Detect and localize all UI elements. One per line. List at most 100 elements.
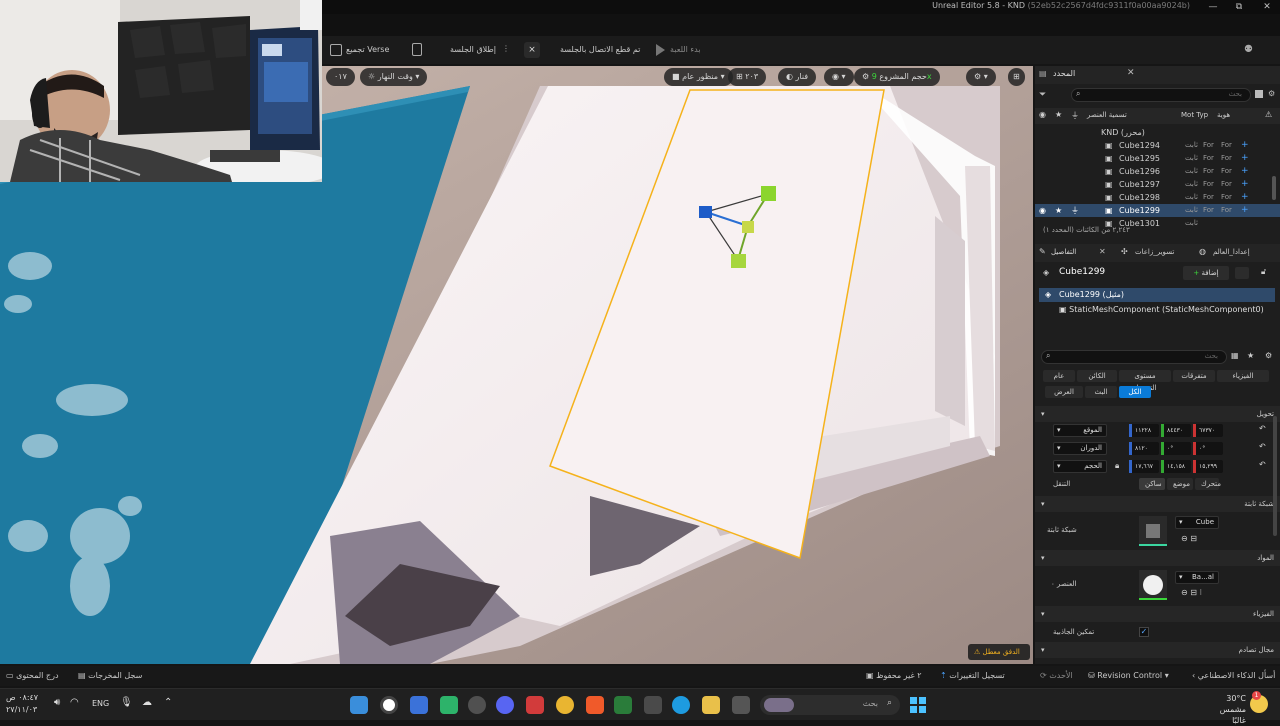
location-z[interactable]: ١١٢٢٨: [1129, 424, 1159, 437]
tab-tools[interactable]: تسوير_زاعات: [1135, 248, 1174, 256]
streaming-warning[interactable]: ⚠ الدفق معطل: [968, 644, 1030, 660]
folder-app-icon[interactable]: [702, 696, 720, 714]
launch-session-button[interactable]: إطلاق الجلسة: [450, 44, 496, 56]
outliner-search-input[interactable]: ⌕ بحث: [1071, 88, 1251, 102]
table-view-icon[interactable]: ▦: [1231, 351, 1239, 360]
add-icon[interactable]: +: [1241, 152, 1249, 165]
taskbar-search[interactable]: بحث ⌕: [760, 695, 900, 715]
outliner-row[interactable]: ▣ Cube1295 ثابت For For +: [1035, 152, 1280, 165]
language-indicator[interactable]: ENG: [92, 699, 109, 708]
clock[interactable]: ٠٨:٤٧ ص ٢٧/١١/٠٣: [6, 692, 38, 716]
disconnect-icon[interactable]: ⨯: [524, 42, 540, 58]
games-app-icon[interactable]: [440, 696, 458, 714]
window-app-icon[interactable]: [732, 696, 750, 714]
tab-world-settings[interactable]: إعدادا_العالم: [1213, 248, 1250, 256]
star-icon[interactable]: ★: [1055, 204, 1062, 217]
location-y[interactable]: ٨٤٤٣٠: [1161, 424, 1191, 437]
viewport-settings-button[interactable]: ⚙ ▾: [966, 68, 996, 86]
mic-icon[interactable]: 🎙︎: [120, 697, 133, 708]
close-details-icon[interactable]: ✕: [1099, 247, 1106, 256]
mobility-static[interactable]: ساكن: [1139, 478, 1165, 490]
add-icon[interactable]: +: [1241, 204, 1249, 217]
rotation-y[interactable]: ٠°: [1161, 442, 1191, 455]
add-icon[interactable]: +: [1241, 191, 1249, 204]
unreal-app-icon[interactable]: [380, 696, 398, 714]
outliner-root-row[interactable]: KND (محرر): [1035, 126, 1280, 139]
cloud-icon[interactable]: ☁: [142, 697, 152, 708]
perspective-button[interactable]: ■ منظور عام ▾: [664, 68, 733, 86]
filter-lod[interactable]: مستوى التفصيل: [1119, 370, 1171, 392]
settings-icon[interactable]: ⚙: [1268, 89, 1275, 98]
pin-icon[interactable]: ⏚: [1071, 204, 1079, 217]
settings-icon[interactable]: ⚙: [1265, 351, 1272, 360]
close-button[interactable]: ✕: [1254, 0, 1280, 14]
outliner-row[interactable]: ▣ Cube1296 ثابت For For +: [1035, 165, 1280, 178]
tray-chevron-icon[interactable]: ⌃: [164, 697, 172, 708]
close-outliner-icon[interactable]: ✕: [1127, 68, 1135, 78]
outliner-row[interactable]: ▣ Cube1298 ثابت For For +: [1035, 191, 1280, 204]
blueprint-icon[interactable]: [1235, 267, 1249, 279]
store-app-icon[interactable]: [644, 696, 662, 714]
details-scrollbar[interactable]: [1273, 416, 1277, 536]
mesh-thumbnail[interactable]: [1139, 516, 1167, 546]
wifi-icon[interactable]: ◠: [70, 697, 79, 708]
transform-section[interactable]: ▾ تحويل: [1035, 406, 1280, 422]
pen-app-icon[interactable]: [350, 696, 368, 714]
gravity-checkbox[interactable]: ✓: [1139, 627, 1149, 637]
filter-rendering[interactable]: العرض: [1045, 386, 1083, 398]
latest-button[interactable]: ⟳ الأحدث: [1040, 666, 1073, 686]
lock-scale-icon[interactable]: 🔒︎: [1115, 461, 1119, 471]
revision-control-button[interactable]: ⛁ Revision Control ▾: [1088, 666, 1169, 686]
more-options-icon[interactable]: ⋮: [502, 43, 510, 55]
static-mesh-section[interactable]: ▾ شبكة ثابتة: [1035, 496, 1280, 512]
layout-button[interactable]: ⊞: [1008, 68, 1025, 86]
material-thumbnail[interactable]: [1139, 570, 1167, 600]
files-app-icon[interactable]: [410, 696, 428, 714]
filter-actor[interactable]: الكائن: [1077, 370, 1117, 382]
add-component-button[interactable]: + إضافة: [1183, 266, 1229, 280]
filter-general[interactable]: عام: [1043, 370, 1075, 382]
show-button[interactable]: ◉ ▾: [824, 68, 854, 86]
add-icon[interactable]: +: [1241, 139, 1249, 152]
outliner-row[interactable]: ▣ Cube1297 ثابت For For +: [1035, 178, 1280, 191]
edge-app-icon[interactable]: [672, 696, 690, 714]
outliner-row[interactable]: ▣ Cube1301 ثابت: [1035, 217, 1280, 230]
changes-log-button[interactable]: ⇡ تسجيل التغييرات: [940, 666, 1005, 686]
content-drawer-button[interactable]: ▭ درج المحتوى: [6, 666, 59, 686]
scale-z[interactable]: ١٧,٦٦٧: [1129, 460, 1159, 473]
filter-misc[interactable]: متفرقات: [1173, 370, 1215, 382]
ask-ai-button[interactable]: ‹ أسأل الذكاء الاصطناعي: [1192, 666, 1275, 686]
reset-location-icon[interactable]: ↶: [1259, 424, 1266, 433]
component-root[interactable]: ◈ Cube1299 (مثيل): [1039, 288, 1275, 302]
discord-app-icon[interactable]: [496, 696, 514, 714]
scale-dropdown[interactable]: ▾ الحجم: [1053, 460, 1107, 473]
location-x[interactable]: ٦٧٣٧٠: [1193, 424, 1223, 437]
output-log-button[interactable]: ▤ سجل المخرجات: [78, 666, 142, 686]
start-game-button[interactable]: بدء اللعبة: [670, 44, 701, 56]
outliner-row[interactable]: ◉ ★ ⏚ ▣ Cube1299 ثابت For For +: [1035, 204, 1280, 217]
device-icon[interactable]: [412, 43, 422, 56]
component-child[interactable]: ▣ StaticMeshComponent (StaticMeshCompone…: [1059, 305, 1264, 314]
rotation-x[interactable]: ٠°: [1193, 442, 1223, 455]
volume-icon[interactable]: 🔊︎: [54, 697, 60, 708]
terminal-app-icon[interactable]: [614, 696, 632, 714]
verse-compile-button[interactable]: تجميع Verse: [346, 44, 389, 56]
browse-icon[interactable]: ⊖ ⊟: [1181, 534, 1197, 543]
folder-icon[interactable]: [1255, 90, 1263, 98]
lock-icon[interactable]: 🔓︎: [1261, 267, 1266, 277]
brave-app-icon[interactable]: [586, 696, 604, 714]
3d-app-icon[interactable]: [526, 696, 544, 714]
mobility-stationary[interactable]: موضع: [1167, 478, 1193, 490]
tab-details[interactable]: التفاصيل: [1051, 248, 1076, 256]
rotation-dropdown[interactable]: ▾ الدوران: [1053, 442, 1107, 455]
browse-icon[interactable]: ⊖ ⊟ ⁝: [1181, 588, 1202, 597]
eye-icon[interactable]: ◉: [1039, 204, 1046, 217]
rotation-z[interactable]: ٨١٢٠: [1129, 442, 1159, 455]
chrome-app-icon[interactable]: [556, 696, 574, 714]
reset-scale-icon[interactable]: ↶: [1259, 460, 1266, 469]
details-search-input[interactable]: ⌕ بحث: [1041, 350, 1227, 364]
grid-snap-button[interactable]: ⊞ ٢٠٣: [728, 68, 767, 86]
project-size-button[interactable]: ⚙ حجم المشروع 9x: [854, 68, 940, 86]
mobility-movable[interactable]: متحرك: [1195, 478, 1221, 490]
collision-section[interactable]: ▾ مجال تصادم: [1035, 642, 1280, 658]
